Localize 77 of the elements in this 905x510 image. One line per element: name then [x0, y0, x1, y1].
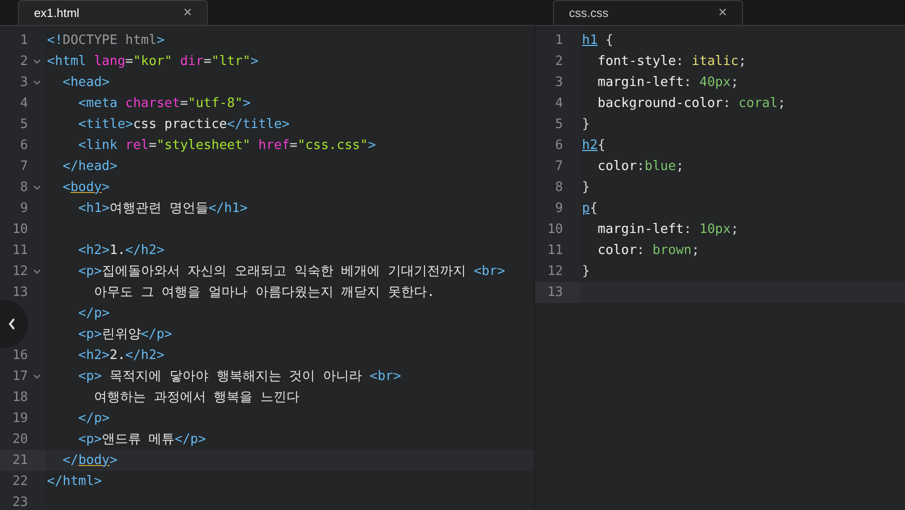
code-line: <h2>1.</h2> [77, 242, 164, 260]
code-line: } [582, 262, 590, 281]
line-number: 21 [11, 452, 28, 470]
line-number: 13 [11, 284, 28, 302]
code-line: <link rel="stylesheet" href="css.css"> [77, 136, 376, 155]
line-number: 6 [554, 136, 563, 155]
line-number: 8 [19, 178, 28, 197]
code-line: margin-left: 10px; [596, 220, 739, 239]
close-icon[interactable]: × [183, 2, 192, 24]
line-number: 11 [11, 242, 28, 260]
code-line: <h1>여행관련 명언들</h1> [77, 200, 248, 218]
line-number: 16 [11, 346, 28, 365]
code-line: <html lang="kor" dir="ltr"> [47, 52, 258, 71]
code-line: <body> [62, 178, 110, 197]
code-line: <!DOCTYPE html> [47, 32, 164, 50]
chevron-down-icon[interactable] [33, 58, 41, 64]
code-line: 아무도 그 여행을 얼마나 아름다웠는지 깨닫지 못한다. [92, 284, 435, 302]
code-line: p{ [582, 200, 598, 218]
code-line: <head> [62, 74, 110, 92]
line-number: 4 [554, 94, 563, 113]
line-number: 12 [546, 262, 563, 281]
code-line: color: brown; [596, 242, 700, 260]
chevron-down-icon[interactable] [33, 374, 41, 380]
line-number: 13 [546, 284, 563, 302]
code-line: font-style: italic; [596, 52, 746, 71]
line-number: 18 [11, 388, 28, 407]
chevron-down-icon[interactable] [33, 268, 41, 274]
line-number: 7 [554, 158, 563, 176]
line-number: 3 [19, 74, 28, 92]
code-line: margin-left: 40px; [596, 74, 739, 92]
line-number: 1 [554, 32, 563, 50]
line-number: 7 [19, 158, 28, 176]
line-number: 22 [11, 472, 28, 491]
line-number: 3 [554, 74, 563, 92]
code-line: h1 { [582, 32, 614, 50]
code-line: <meta charset="utf-8"> [77, 94, 251, 113]
code-line: </html> [47, 472, 102, 491]
line-number: 12 [11, 262, 28, 281]
code-line: background-color: coral; [596, 94, 786, 113]
code-line: <h2>2.</h2> [77, 346, 164, 365]
line-number: 11 [546, 242, 563, 260]
code-line: <p>린위양</p> [77, 326, 172, 344]
code-line: <p>앤드류 메튜</p> [77, 430, 206, 449]
code-line: color:blue; [596, 158, 684, 176]
line-number: 20 [11, 430, 28, 449]
line-number: 10 [11, 220, 28, 239]
code-line: <title>css practice</title> [77, 116, 290, 134]
chevron-down-icon[interactable] [33, 184, 41, 190]
code-line: <p>집에돌아와서 자신의 오래되고 익숙한 베개에 기대기전까지 <br> [77, 262, 506, 281]
file-tab[interactable]: ex1.html × [18, 0, 208, 25]
code-line: </head> [62, 158, 118, 176]
line-number: 2 [19, 52, 28, 71]
line-number: 17 [11, 368, 28, 386]
line-number: 5 [19, 116, 28, 134]
code-line: } [582, 116, 590, 134]
line-number: 19 [11, 410, 28, 428]
code-line: </body> [62, 452, 118, 470]
chevron-down-icon[interactable] [33, 80, 41, 86]
line-number: 10 [546, 220, 563, 239]
line-number: 2 [554, 52, 563, 71]
line-number: 6 [19, 136, 28, 155]
code-line: </p> [77, 304, 110, 323]
line-number: 1 [19, 32, 28, 50]
line-number: 8 [554, 178, 563, 197]
code-line: </p> [77, 410, 110, 428]
code-line: h2{ [582, 136, 606, 155]
file-tab[interactable]: css.css × [553, 0, 743, 25]
close-icon[interactable]: × [718, 2, 727, 24]
line-number: 9 [554, 200, 563, 218]
chevron-left-icon [8, 318, 16, 330]
line-number: 23 [11, 494, 28, 510]
line-number: 5 [554, 116, 563, 134]
code-line: <p> 목적지에 닿아야 행복해지는 것이 아니라 <br> [77, 368, 402, 386]
line-number: 4 [19, 94, 28, 113]
code-line: 여행하는 과정에서 행복을 느낀다 [92, 388, 300, 407]
code-line: } [582, 178, 590, 197]
line-number: 9 [19, 200, 28, 218]
